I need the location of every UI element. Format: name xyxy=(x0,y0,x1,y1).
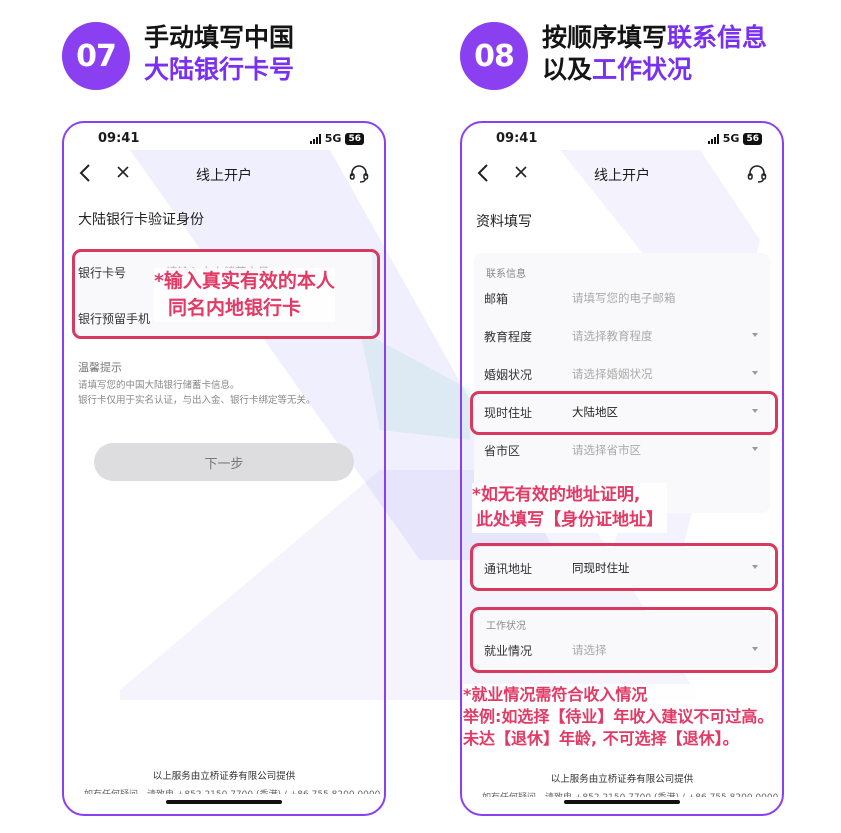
next-step-button[interactable]: 下一步 xyxy=(94,443,354,481)
step-number-badge: 08 xyxy=(460,22,528,90)
email-field[interactable]: 邮箱 请填写您的电子邮箱 xyxy=(484,281,768,315)
footer-provider-note: 以上服务由立桥证券有限公司提供 xyxy=(152,771,296,782)
home-indicator xyxy=(564,800,680,804)
battery-icon: 56 xyxy=(345,132,364,145)
annotation-address: *如无有效的地址证明, 此处填写【身份证地址】 xyxy=(472,483,667,533)
step-08-header: 08 按顺序填写联系信息 以及工作状况 xyxy=(460,22,767,90)
step-07-title: 手动填写中国 大陆银行卡号 xyxy=(144,23,295,84)
highlight-box xyxy=(470,543,778,591)
tip-title: 温馨提示 xyxy=(78,361,122,374)
step-number-badge: 07 xyxy=(62,22,130,90)
footer-contact: 如有任何疑问，请致电 +852 2150 7700 (香港) / +86 755… xyxy=(84,787,380,794)
group-label-contact: 联系信息 xyxy=(486,269,526,280)
home-indicator xyxy=(166,800,282,804)
step-08-title: 按顺序填写联系信息 以及工作状况 xyxy=(542,23,768,84)
section-title: 资料填写 xyxy=(476,214,532,230)
headset-icon[interactable] xyxy=(348,163,370,185)
nav-title: 线上开户 xyxy=(196,168,252,184)
footer-contact: 如有任何疑问，请致电 +852 2150 7700 (香港) / +86 755… xyxy=(482,790,778,797)
nav-title: 线上开户 xyxy=(594,168,650,184)
marital-status-select[interactable]: 婚姻状况 请选择婚姻状况 xyxy=(484,357,768,391)
nav-bar: 线上开户 xyxy=(462,161,782,187)
footer-provider-note: 以上服务由立桥证券有限公司提供 xyxy=(550,774,694,785)
annotation-bank-card: *输入真实有效的本人 同名内地银行卡 xyxy=(154,268,335,322)
status-bar: 09:41 5G 56 xyxy=(64,131,384,151)
highlight-box xyxy=(470,391,778,435)
province-city-select[interactable]: 省市区 请选择省市区 xyxy=(484,433,768,467)
status-bar: 09:41 5G 56 xyxy=(462,131,782,151)
signal-icon xyxy=(707,133,719,144)
email-input[interactable]: 请填写您的电子邮箱 xyxy=(572,290,768,306)
battery-icon: 56 xyxy=(743,132,762,145)
section-title: 大陆银行卡验证身份 xyxy=(78,212,204,228)
dropdown-arrow-icon xyxy=(752,371,758,375)
headset-icon[interactable] xyxy=(746,163,768,185)
step-07-header: 07 手动填写中国 大陆银行卡号 xyxy=(62,22,294,90)
dropdown-arrow-icon xyxy=(752,333,758,337)
dropdown-arrow-icon xyxy=(752,447,758,451)
signal-icon xyxy=(309,133,321,144)
highlight-box xyxy=(470,607,778,673)
tip-text: 请填写您的中国大陆银行储蓄卡信息。 银行卡仅用于实名认证，与出入金、银行卡绑定等… xyxy=(78,380,316,406)
phone-frame-bank-card: 09:41 5G 56 线上开户 大陆银行卡验证身份 银行卡号 请输入本人储蓄卡… xyxy=(62,121,386,816)
nav-bar: 线上开户 xyxy=(64,161,384,187)
annotation-employment: *就业情况需符合收入情况 举例:如选择【待业】年收入建议不可过高。 未达【退休】… xyxy=(463,684,776,750)
education-select[interactable]: 教育程度 请选择教育程度 xyxy=(484,319,768,353)
